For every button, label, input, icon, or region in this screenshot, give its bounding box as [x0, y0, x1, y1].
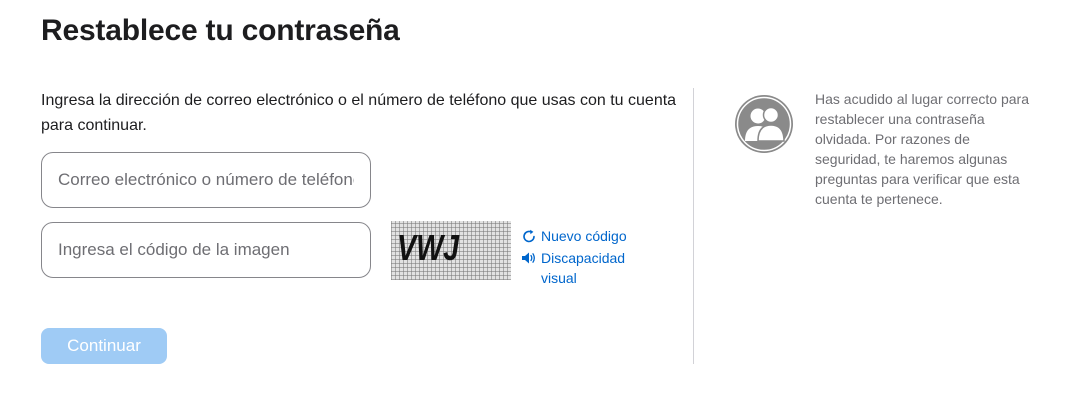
speaker-icon [521, 250, 537, 266]
captcha-image-text: VWJ [397, 227, 460, 268]
instructions-text: Ingresa la dirección de correo electróni… [41, 92, 677, 134]
visual-impairment-link[interactable]: Discapacidad visual [521, 248, 651, 288]
page-title: Restablece tu contraseña [41, 14, 400, 47]
visual-impairment-label: Discapacidad visual [541, 250, 626, 286]
email-or-phone-field[interactable] [41, 152, 371, 208]
continue-button[interactable]: Continuar [41, 328, 167, 364]
new-code-label: Nuevo código [541, 228, 627, 244]
vertical-divider [693, 88, 694, 364]
new-code-link[interactable]: Nuevo código [521, 226, 651, 246]
help-info-text: Has acudido al lugar correcto para resta… [815, 91, 1030, 207]
refresh-icon [521, 228, 537, 244]
captcha-image: VWJ [391, 221, 511, 280]
captcha-options: Nuevo código Discapacidad visual [521, 226, 651, 288]
captcha-code-field[interactable] [41, 222, 371, 278]
two-people-icon [734, 94, 794, 154]
